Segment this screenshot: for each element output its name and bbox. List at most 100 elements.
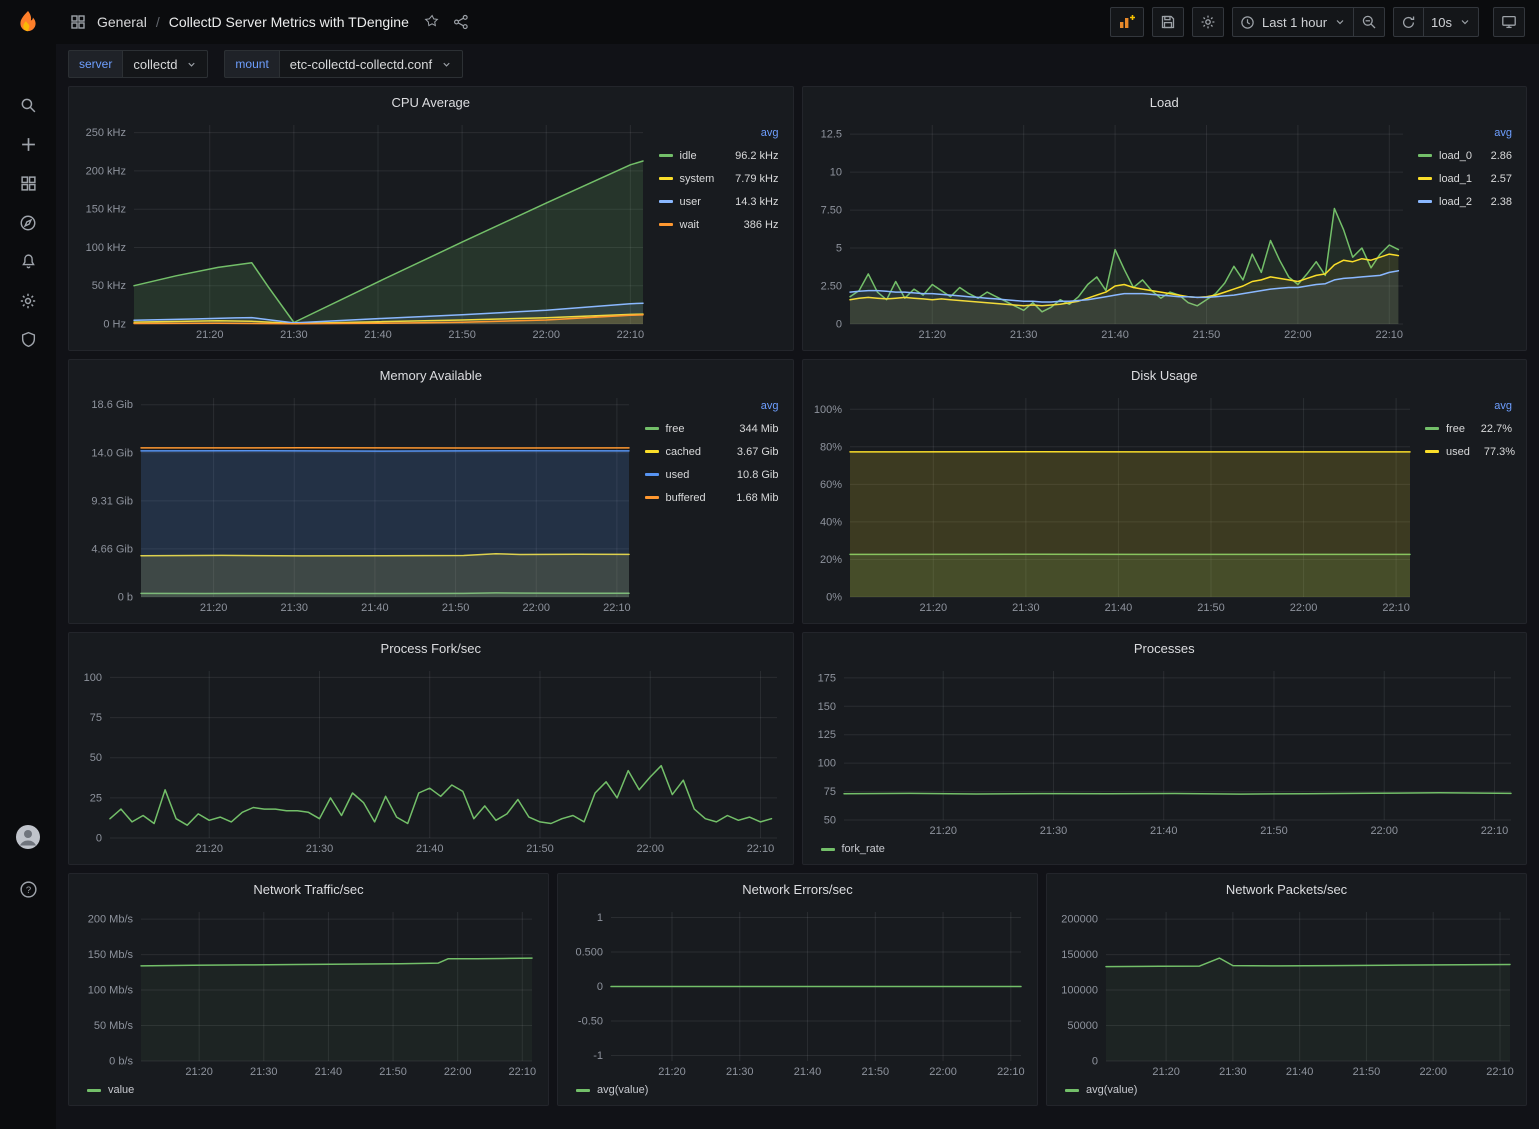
legend-item-load_0[interactable]: load_02.86 — [1418, 144, 1512, 167]
favorite-star-button[interactable] — [422, 12, 442, 32]
legend-item-used[interactable]: used77.3% — [1425, 440, 1512, 463]
panel-title[interactable]: Load — [803, 87, 1527, 117]
svg-text:22:10: 22:10 — [1375, 329, 1403, 341]
series-color-swatch — [645, 473, 659, 476]
dashboard-grid-icon — [68, 12, 88, 32]
panel-title[interactable]: CPU Average — [69, 87, 793, 117]
svg-text:100 Mb/s: 100 Mb/s — [88, 985, 134, 997]
series-avg-value: 10.8 Gib — [737, 469, 779, 481]
disk-usage-plot[interactable]: 21:2021:3021:4021:5022:0022:100%20%40%60… — [811, 390, 1418, 617]
variable-value: collectd — [133, 57, 177, 72]
legend-item-free[interactable]: free22.7% — [1425, 417, 1512, 440]
svg-text:0: 0 — [1092, 1056, 1098, 1068]
panel-title[interactable]: Processes — [803, 633, 1527, 663]
svg-text:21:40: 21:40 — [315, 1066, 343, 1078]
panel-title[interactable]: Network Errors/sec — [558, 874, 1037, 904]
legend-item-wait[interactable]: wait386 Hz — [659, 213, 779, 236]
legend-header-avg[interactable]: avg — [645, 400, 779, 417]
legend-item-free[interactable]: free344 Mib — [645, 417, 779, 440]
panel-title[interactable]: Network Packets/sec — [1047, 874, 1526, 904]
add-panel-button[interactable] — [1110, 7, 1144, 37]
time-range-button[interactable]: Last 1 hour — [1232, 7, 1354, 37]
variable-mount: mount etc-collectd-collectd.conf — [224, 50, 463, 78]
svg-text:150: 150 — [817, 701, 835, 713]
svg-text:50: 50 — [90, 752, 102, 764]
variable-server-select[interactable]: collectd — [122, 50, 208, 78]
save-dashboard-button[interactable] — [1152, 7, 1184, 37]
sidebar-item-search[interactable] — [6, 86, 50, 125]
series-avg-value: 22.7% — [1481, 423, 1512, 435]
legend-item-user[interactable]: user14.3 kHz — [659, 190, 779, 213]
memory-available-plot[interactable]: 21:2021:3021:4021:5022:0022:100 b4.66 Gi… — [77, 390, 637, 617]
svg-text:21:40: 21:40 — [361, 602, 389, 614]
dashboard-settings-button[interactable] — [1192, 7, 1224, 37]
refresh-button[interactable] — [1393, 7, 1424, 37]
kiosk-mode-button[interactable] — [1493, 7, 1525, 37]
shield-icon — [20, 331, 37, 348]
breadcrumb-folder[interactable]: General — [97, 14, 147, 30]
legend-header-avg[interactable]: avg — [1418, 127, 1512, 144]
dashboard-title[interactable]: CollectD Server Metrics with TDengine — [169, 14, 409, 30]
svg-text:25: 25 — [90, 792, 102, 804]
zoom-out-button[interactable] — [1354, 7, 1385, 37]
grafana-logo[interactable] — [0, 0, 56, 44]
legend-item-system[interactable]: system7.79 kHz — [659, 167, 779, 190]
network-traffic-plot[interactable]: 21:2021:3021:4021:5022:0022:100 b/s50 Mb… — [77, 904, 540, 1081]
panel-network-traffic: Network Traffic/sec 21:2021:3021:4021:50… — [68, 873, 549, 1106]
legend-header-avg[interactable]: avg — [1425, 400, 1512, 417]
legend-item-load_2[interactable]: load_22.38 — [1418, 190, 1512, 213]
legend-header-avg[interactable]: avg — [659, 127, 779, 144]
variable-mount-select[interactable]: etc-collectd-collectd.conf — [279, 50, 463, 78]
sidebar-item-configuration[interactable] — [6, 281, 50, 320]
panel-title[interactable]: Process Fork/sec — [69, 633, 793, 663]
legend-item-used[interactable]: used10.8 Gib — [645, 463, 779, 486]
legend-item-cached[interactable]: cached3.67 Gib — [645, 440, 779, 463]
series-avg-value: 7.79 kHz — [735, 173, 778, 185]
cpu-average-plot[interactable]: 21:2021:3021:4021:5022:0022:100 Hz50 kHz… — [77, 117, 651, 344]
legend-item-idle[interactable]: idle96.2 kHz — [659, 144, 779, 167]
series-name: buffered — [666, 492, 737, 504]
network-packets-plot[interactable]: 21:2021:3021:4021:5022:0022:100500001000… — [1055, 904, 1518, 1081]
legend-item-avg(value)[interactable]: avg(value) — [576, 1084, 648, 1096]
network-traffic-chart: 21:2021:3021:4021:5022:0022:100 b/s50 Mb… — [77, 904, 540, 1099]
svg-text:100000: 100000 — [1061, 985, 1098, 997]
series-name: cached — [666, 446, 737, 458]
panel-title[interactable]: Memory Available — [69, 360, 793, 390]
network-errors-chart: 21:2021:3021:4021:5022:0022:10-1-0.5000.… — [566, 904, 1029, 1099]
svg-text:20%: 20% — [819, 554, 841, 566]
sidebar-item-server-admin[interactable] — [6, 320, 50, 359]
sidebar-item-dashboards[interactable] — [6, 164, 50, 203]
user-profile-button[interactable] — [6, 817, 50, 856]
sidebar-item-alerting[interactable] — [6, 242, 50, 281]
svg-text:0: 0 — [96, 833, 102, 845]
process-fork-plot[interactable]: 21:2021:3021:4021:5022:0022:100255075100 — [77, 663, 785, 858]
series-color-swatch — [1418, 177, 1432, 180]
legend-item-load_1[interactable]: load_12.57 — [1418, 167, 1512, 190]
panel-title[interactable]: Network Traffic/sec — [69, 874, 548, 904]
svg-text:22:10: 22:10 — [747, 843, 775, 855]
legend-item-avg(value)[interactable]: avg(value) — [1065, 1084, 1137, 1096]
svg-text:22:00: 22:00 — [1289, 602, 1317, 614]
refresh-interval-button[interactable]: 10s — [1424, 7, 1479, 37]
sidebar-item-create[interactable] — [6, 125, 50, 164]
svg-text:21:50: 21:50 — [448, 329, 476, 341]
zoom-out-icon — [1361, 14, 1377, 30]
series-avg-value: 2.57 — [1491, 173, 1512, 185]
panel-title[interactable]: Disk Usage — [803, 360, 1527, 390]
network-errors-plot[interactable]: 21:2021:3021:4021:5022:0022:10-1-0.5000.… — [566, 904, 1029, 1081]
series-name: value — [108, 1084, 134, 1096]
svg-text:100%: 100% — [813, 404, 841, 416]
grafana-app: ? General / CollectD Server Metrics with… — [0, 0, 1539, 1129]
legend-item-buffered[interactable]: buffered1.68 Mib — [645, 486, 779, 509]
legend-item-value[interactable]: value — [87, 1084, 134, 1096]
legend-item-fork_rate[interactable]: fork_rate — [821, 843, 885, 855]
help-button[interactable]: ? — [6, 870, 50, 909]
share-icon — [453, 14, 469, 30]
load-plot[interactable]: 21:2021:3021:4021:5022:0022:1002.5057.50… — [811, 117, 1411, 344]
processes-plot[interactable]: 21:2021:3021:4021:5022:0022:105075100125… — [811, 663, 1519, 840]
share-dashboard-button[interactable] — [451, 12, 471, 32]
series-name: user — [680, 196, 736, 208]
svg-text:0%: 0% — [826, 592, 842, 604]
sidebar-item-explore[interactable] — [6, 203, 50, 242]
navbar-actions: Last 1 hour 10s — [1110, 7, 1525, 37]
